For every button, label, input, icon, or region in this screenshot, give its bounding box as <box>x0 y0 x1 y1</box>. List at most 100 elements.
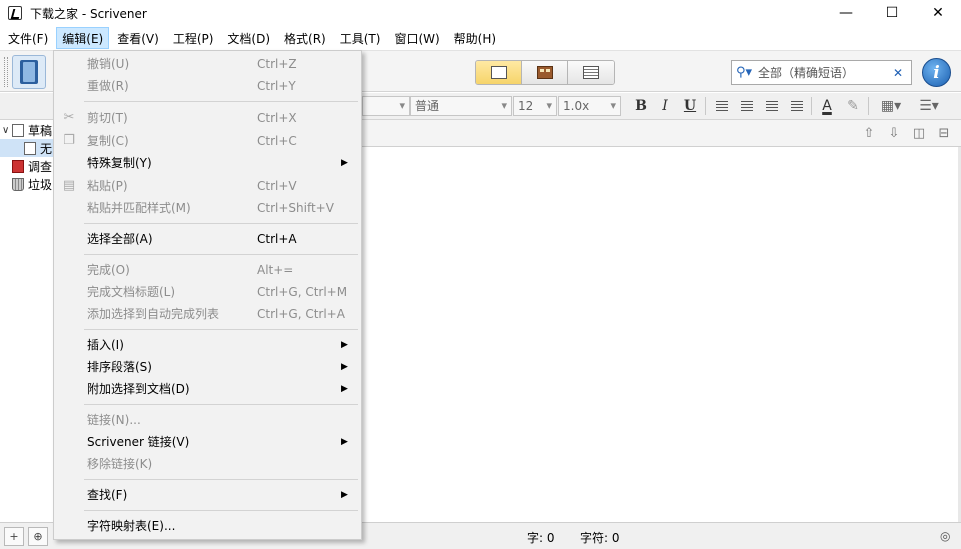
menu-item-undo[interactable]: 撤销(U) Ctrl+Z <box>55 53 360 75</box>
menu-item-find[interactable]: 查找(F) ▶ <box>55 484 360 506</box>
close-button[interactable]: ✕ <box>915 0 961 26</box>
menu-item-complete-document-title[interactable]: 完成文档标题(L) Ctrl+G, Ctrl+M <box>55 281 360 303</box>
binder-item-trash[interactable]: 垃圾 <box>0 175 55 193</box>
menu-item-copy[interactable]: ❐ 复制(C) Ctrl+C <box>55 130 360 152</box>
maximize-button[interactable]: ☐ <box>869 0 915 26</box>
menu-item-shortcut: Alt+= <box>257 263 294 277</box>
align-center-button[interactable] <box>736 96 758 116</box>
font-size-select[interactable]: 12 <box>513 96 557 116</box>
menu-item-shortcut: Ctrl+G, Ctrl+A <box>257 307 345 321</box>
previous-document-icon[interactable]: ⇧ <box>861 125 877 141</box>
style-select[interactable]: 普通 <box>410 96 512 116</box>
menu-view[interactable]: 查看(V) <box>111 27 165 49</box>
table-button[interactable]: ▦▾ <box>874 96 908 116</box>
menu-separator <box>84 329 358 330</box>
split-vertical-icon[interactable]: ◫ <box>911 125 927 141</box>
binder-toggle-button[interactable] <box>12 55 46 89</box>
search-input[interactable]: 全部（精确短语） <box>758 64 893 81</box>
binder-item-untitled[interactable]: 无 <box>0 139 55 157</box>
align-right-button[interactable] <box>786 96 808 116</box>
menu-edit[interactable]: 编辑(E) <box>56 27 110 49</box>
menu-item-label: 完成文档标题(L) <box>87 285 176 299</box>
menu-item-sort-paragraphs[interactable]: 排序段落(S) ▶ <box>55 356 360 378</box>
underline-button[interactable]: U <box>679 96 701 116</box>
text-color-button[interactable]: A <box>816 96 838 116</box>
menu-item-paste-match-style[interactable]: 粘贴并匹配样式(M) Ctrl+Shift+V <box>55 197 360 219</box>
menu-item-label: 复制(C) <box>87 134 129 148</box>
menu-item-shortcut: Ctrl+G, Ctrl+M <box>257 285 348 299</box>
menu-item-redo[interactable]: 重做(R) Ctrl+Y <box>55 75 360 97</box>
menu-format[interactable]: 格式(R) <box>278 27 332 49</box>
menu-item-label: 完成(O) <box>87 263 130 277</box>
add-folder-button[interactable]: ⊕ <box>28 527 48 546</box>
menu-file[interactable]: 文件(F) <box>2 27 54 49</box>
menu-item-shortcut: Ctrl+Shift+V <box>257 201 334 215</box>
target-icon[interactable]: ◎ <box>940 529 950 543</box>
menu-item-character-map[interactable]: 字符映射表(E)... <box>55 515 360 537</box>
binder-panel: ∨ 草稿 无 调查 垃圾 <box>0 120 55 522</box>
scrivener-app-icon <box>8 6 22 20</box>
menu-item-shortcut: Ctrl+V <box>257 179 297 193</box>
bold-button[interactable]: B <box>630 96 652 116</box>
corkboard-icon <box>536 66 553 79</box>
toolbar-grip[interactable] <box>4 57 8 87</box>
align-justify-button[interactable] <box>761 96 783 116</box>
submenu-arrow-icon: ▶ <box>341 437 348 447</box>
search-icon[interactable]: ⚲▾ <box>736 65 758 80</box>
submenu-arrow-icon: ▶ <box>341 362 348 372</box>
menu-help[interactable]: 帮助(H) <box>448 27 502 49</box>
expand-chevron-icon[interactable]: ∨ <box>2 125 12 136</box>
inspector-button[interactable]: i <box>922 58 951 87</box>
menu-window[interactable]: 窗口(W) <box>388 27 445 49</box>
menu-item-copy-special[interactable]: 特殊复制(Y) ▶ <box>55 152 360 174</box>
menu-tools[interactable]: 工具(T) <box>334 27 387 49</box>
align-left-button[interactable] <box>711 96 733 116</box>
menu-document[interactable]: 文档(D) <box>221 27 276 49</box>
menu-separator <box>84 404 358 405</box>
list-button[interactable]: ☰▾ <box>912 96 946 116</box>
minimize-button[interactable]: — <box>823 0 869 26</box>
view-mode-group <box>475 60 615 85</box>
menu-item-paste[interactable]: ▤ 粘贴(P) Ctrl+V <box>55 175 360 197</box>
character-count: 字符: 0 <box>580 531 620 545</box>
split-horizontal-icon[interactable]: ⊟ <box>936 125 952 141</box>
menu-item-remove-link[interactable]: 移除链接(K) <box>55 453 360 475</box>
menu-project[interactable]: 工程(P) <box>167 27 220 49</box>
scrivenings-view-button[interactable] <box>476 61 522 84</box>
menu-item-label: 剪切(T) <box>87 111 128 125</box>
menu-item-select-all[interactable]: 选择全部(A) Ctrl+A <box>55 228 360 250</box>
menu-separator <box>84 223 358 224</box>
menu-item-insert[interactable]: 插入(I) ▶ <box>55 334 360 356</box>
menu-item-shortcut: Ctrl+Y <box>257 79 296 93</box>
menu-item-link[interactable]: 链接(N)... <box>55 409 360 431</box>
corkboard-view-button[interactable] <box>522 61 568 84</box>
menu-item-label: 查找(F) <box>87 488 128 502</box>
document-icon <box>490 66 507 79</box>
add-document-button[interactable]: + <box>4 527 24 546</box>
outliner-view-button[interactable] <box>568 61 614 84</box>
submenu-arrow-icon: ▶ <box>341 340 348 350</box>
font-family-select[interactable] <box>362 96 410 116</box>
menu-item-add-to-autocomplete[interactable]: 添加选择到自动完成列表 Ctrl+G, Ctrl+A <box>55 303 360 325</box>
menu-item-complete[interactable]: 完成(O) Alt+= <box>55 259 360 281</box>
binder-item-research[interactable]: 调查 <box>0 157 55 175</box>
menu-item-label: 排序段落(S) <box>87 360 152 374</box>
menu-item-append-selection[interactable]: 附加选择到文档(D) ▶ <box>55 378 360 400</box>
menu-item-cut[interactable]: ✂ 剪切(T) Ctrl+X <box>55 107 360 129</box>
menu-item-scrivener-link[interactable]: Scrivener 链接(V) ▶ <box>55 431 360 453</box>
next-document-icon[interactable]: ⇩ <box>886 125 902 141</box>
binder-item-draft[interactable]: ∨ 草稿 <box>0 121 55 139</box>
menu-item-label: 链接(N)... <box>87 413 141 427</box>
paste-icon: ▤ <box>62 178 76 193</box>
menu-item-label: 撤销(U) <box>87 57 130 71</box>
binder-item-label: 垃圾 <box>28 177 53 192</box>
binder-item-label: 调查 <box>28 159 53 174</box>
submenu-arrow-icon: ▶ <box>341 158 348 168</box>
line-spacing-select[interactable]: 1.0x <box>558 96 621 116</box>
project-search-box[interactable]: ⚲▾ 全部（精确短语） ✕ <box>731 60 912 85</box>
clear-search-icon[interactable]: ✕ <box>893 66 907 80</box>
italic-button[interactable]: I <box>654 96 676 116</box>
document-icon <box>24 141 36 155</box>
highlight-button[interactable]: ✎ <box>842 96 864 116</box>
menu-separator <box>84 510 358 511</box>
